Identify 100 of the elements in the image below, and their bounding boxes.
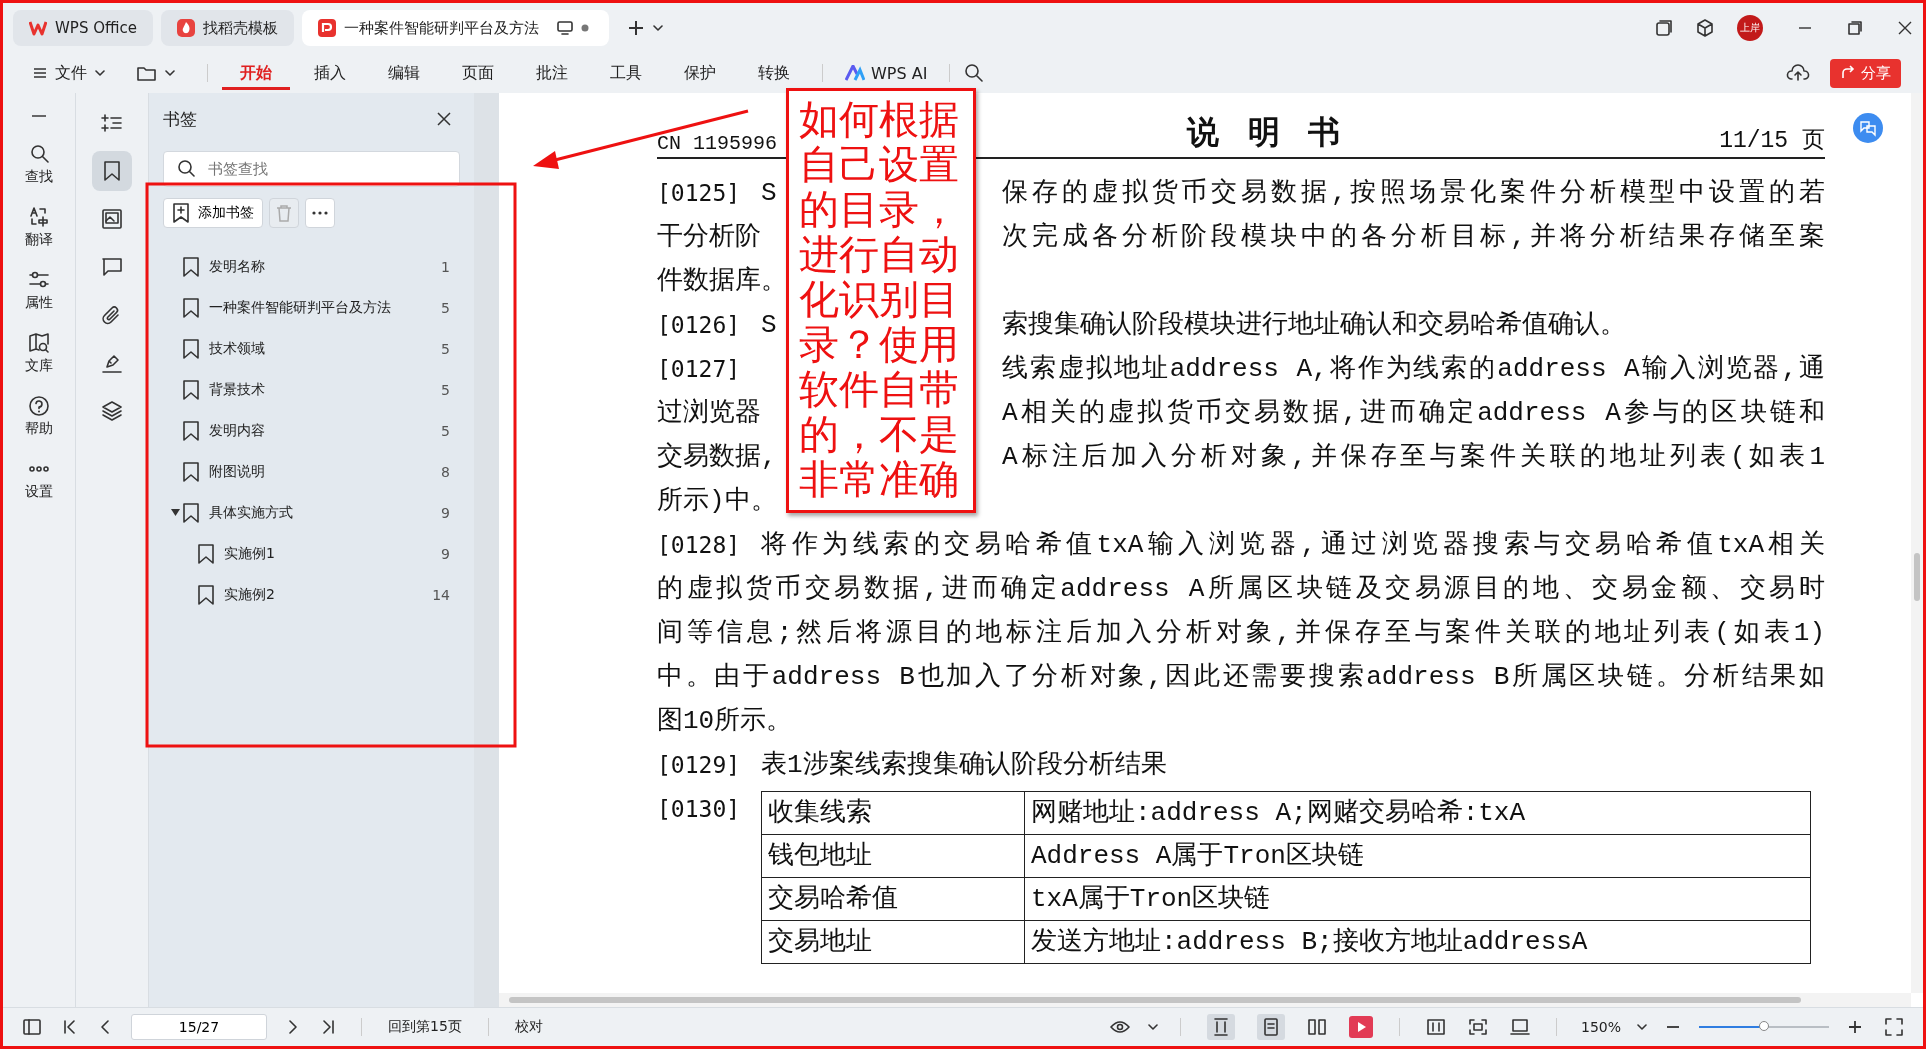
document-text: 过浏览器 [657,397,761,430]
eye-icon[interactable] [1109,1020,1130,1034]
document-tab[interactable]: 一种案件智能研判平台及方法 [301,10,609,46]
more-icon [312,211,328,215]
bookmark-icon [183,297,199,318]
ribbon-tab[interactable]: 批注 [518,56,586,90]
bookmark-item[interactable]: 具体实施方式 9 [163,492,460,533]
table-cell: 发送方地址:address B;接收方地址addressA [1024,920,1811,964]
document-text: 线索虚拟地址address A,将作为线索的address A输入浏览器,通 [1002,353,1825,386]
document-tab[interactable]: 找稻壳模板 [160,10,294,46]
ribbon-tab[interactable]: 保护 [666,56,734,90]
rail-button[interactable]: 文库 [25,332,53,375]
single-page-icon[interactable] [1256,1014,1285,1040]
paragraph-number: [0127] [657,355,742,384]
rail-button[interactable]: 属性 [25,269,53,312]
document-text: 间等信息;然后将源目的地标注后加入分析对象,并保存至与案件关联的地址列表(如表1) [657,617,1825,650]
cube-icon[interactable] [1695,18,1715,38]
caret-icon [165,69,175,77]
ribbon-tab[interactable]: 编辑 [370,56,438,90]
ai-button[interactable]: WPS AI [837,63,936,83]
ribbon-tab[interactable]: 页面 [444,56,512,90]
page-field[interactable]: 15/27 [131,1014,267,1040]
rail-button[interactable]: 翻译 [25,206,53,249]
list-icon [101,112,123,134]
last-page-icon[interactable] [321,1020,335,1034]
file-menu[interactable]: 文件 [25,62,113,84]
columns-icon[interactable] [1425,1018,1446,1036]
bookmark-item[interactable]: 技术领域 5 [163,328,460,369]
ribbon-tab[interactable]: 开始 [222,56,290,90]
user-avatar[interactable]: 上岸 [1737,15,1763,41]
bookmark-item[interactable]: 发明内容 5 [163,410,460,451]
monitor-icon[interactable] [556,21,573,35]
share-button[interactable]: 分享 [1830,58,1901,88]
first-page-icon[interactable] [63,1020,77,1034]
close-icon[interactable] [436,111,452,127]
more-icon [28,465,50,473]
close-icon[interactable] [1897,20,1913,36]
document-text: S [761,309,777,342]
vertical-scrollbar[interactable] [1911,93,1923,993]
rail-button[interactable]: 设置 [25,458,53,501]
document-text: 的虚拟货币交易数据,进而确定address A所属区块链及交易源目的地、交易金额、交易时 [657,573,1825,606]
bookmark-icon [183,338,199,359]
sidebar-toggle-icon[interactable] [23,1019,41,1035]
bookmark-item[interactable]: 实施例1 9 [163,533,460,574]
bookmark-item[interactable]: 背景技术 5 [163,369,460,410]
caret-icon[interactable] [1637,1023,1647,1031]
horizontal-scrollbar[interactable] [499,993,1911,1007]
help-icon [28,395,50,417]
document-text: 干分析阶 [657,221,761,254]
paragraph-number: [0126] [657,311,742,340]
search-icon[interactable] [964,63,985,83]
document-text: S [761,177,777,210]
paragraph-number: [0128] [657,531,742,560]
bookmark-icon [183,502,199,523]
back-link[interactable]: 回到第15页 [384,1018,466,1036]
paragraph-number: [0129] [657,751,742,780]
fit-width-icon[interactable] [1206,1014,1235,1040]
zoom-dropdown[interactable]: 150% [1578,1019,1623,1035]
bookmark-item[interactable]: 实施例2 14 [163,574,460,615]
zoom-slider-thumb[interactable] [1759,1021,1769,1031]
fullscreen-icon[interactable] [1885,1018,1903,1036]
maximize-icon[interactable] [1847,20,1863,36]
document-text: 次完成各分析阶段模块中的各分析目标,并将分析结果存储至案 [1002,221,1825,254]
bookmark-item[interactable]: 一种案件智能研判平台及方法 5 [163,287,460,328]
document-text: 所示)中。 [657,485,777,518]
panel-tool-button[interactable] [92,151,132,191]
table-cell: 交易哈希值 [761,877,1025,921]
proofread-button[interactable]: 校对 [510,1018,547,1036]
menu-icon [33,67,47,79]
fit-page-icon[interactable] [1467,1018,1488,1036]
ribbon-tab[interactable]: 转换 [740,56,808,90]
document-text: 件数据库。 [657,265,787,298]
document-tab[interactable]: WPS Office [13,10,153,46]
translate-icon [28,206,50,228]
cloud-upload-icon[interactable] [1786,63,1810,83]
two-page-icon[interactable] [1306,1018,1327,1036]
windows-icon[interactable] [1655,19,1673,37]
document-text: 索搜集确认阶段模块进行地址确认和交易哈希值确认。 [1002,309,1627,342]
panel-title: 书签 [163,107,197,131]
document-text: 交易数据, [657,441,777,474]
image-icon [101,208,123,230]
document-text: A相关的虚拟货币交易数据,进而确定address A参与的区块链和 [1002,397,1825,430]
translate-bubble-icon[interactable] [1853,113,1883,143]
caret-icon[interactable] [1147,1023,1158,1031]
caret-icon[interactable] [652,24,663,32]
comment-icon [101,256,123,278]
bookmark-icon [183,420,199,441]
bookmark-item[interactable]: 附图说明 8 [163,451,460,492]
add-bookmark-button[interactable]: 添加书签 [163,198,263,228]
play-icon[interactable] [1348,1016,1373,1038]
bookmark-icon [183,379,199,400]
plus-icon[interactable] [626,19,645,37]
zoom-in-icon[interactable] [1847,1019,1863,1035]
ribbon-tab[interactable]: 插入 [296,56,364,90]
expanded-caret-icon[interactable] [171,508,180,517]
bookmark-item[interactable]: 发明名称 1 [163,246,460,287]
bookmark-icon [198,543,214,564]
rail-button[interactable]: 帮助 [25,395,53,438]
rail-button[interactable]: 查找 [25,143,53,186]
ribbon-tab[interactable]: 工具 [592,56,660,90]
